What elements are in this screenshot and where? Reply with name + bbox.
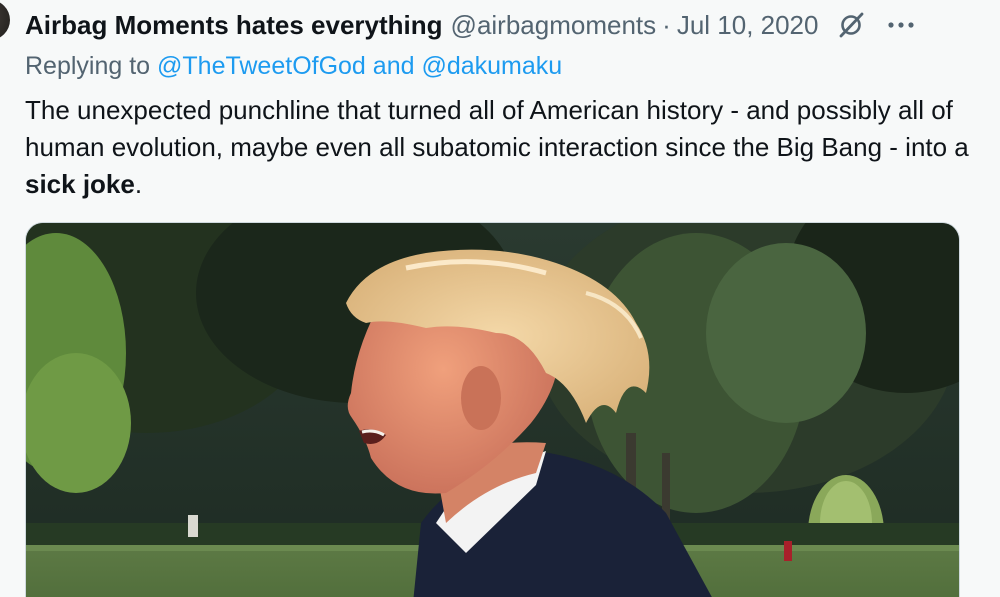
tweet-text-end: . (134, 169, 143, 199)
tweet-text-main: The unexpected punchline that turned all… (25, 95, 969, 162)
display-name[interactable]: Airbag Moments hates everything (25, 10, 443, 41)
reply-prefix: Replying to (25, 52, 151, 80)
tweet-text-bold: sick joke (25, 169, 135, 199)
tweet-header: Airbag Moments hates everything @airbagm… (25, 8, 970, 42)
tweet-date[interactable]: Jul 10, 2020 (677, 10, 819, 41)
tweet-text: The unexpected punchline that turned all… (25, 92, 975, 203)
grok-slash-icon[interactable] (836, 10, 866, 40)
header-separator: · (662, 9, 671, 40)
tweet[interactable]: Airbag Moments hates everything @airbagm… (0, 0, 1000, 597)
reply-mention-dakumaku[interactable]: @dakumaku (421, 52, 562, 80)
tweet-media-image[interactable] (25, 222, 960, 597)
reply-and: and (372, 52, 415, 80)
replying-to: Replying to @TheTweetOfGod and @dakumaku (25, 52, 562, 81)
user-handle[interactable]: @airbagmoments (451, 10, 657, 41)
media-photo (26, 223, 959, 597)
avatar[interactable] (0, 0, 10, 40)
more-dots-icon[interactable] (886, 10, 916, 40)
reply-mention-thetweetofgod[interactable]: @TheTweetOfGod (157, 52, 366, 80)
